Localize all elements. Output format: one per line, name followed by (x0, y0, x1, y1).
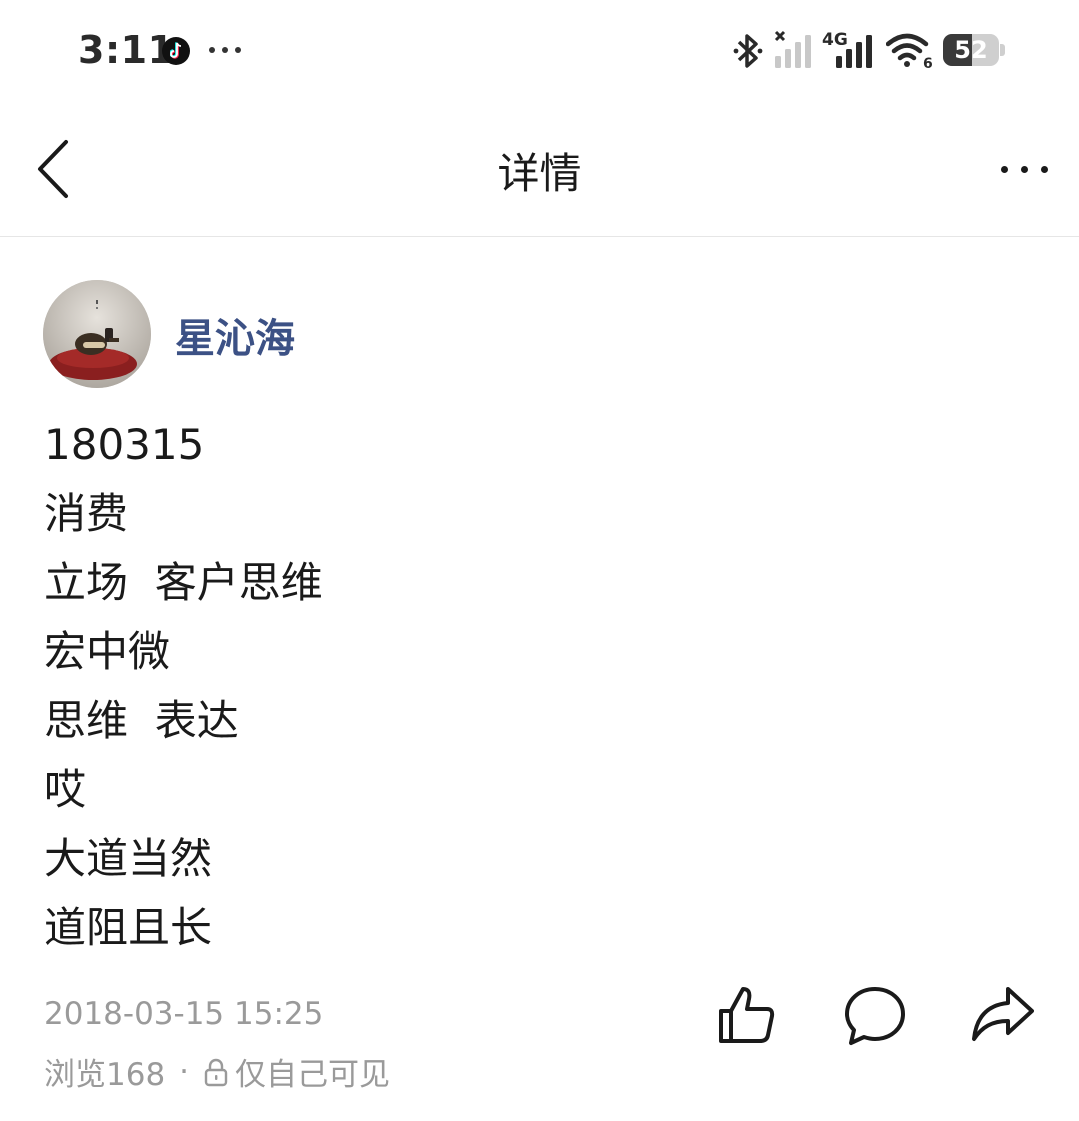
svg-text:6: 6 (923, 56, 933, 70)
svg-text:4G: 4G (822, 30, 848, 50)
tiktok-icon (162, 37, 190, 65)
bluetooth-icon (733, 34, 763, 68)
nav-header: 详情 (0, 100, 1079, 237)
post-meta: 浏览168 · 仅自己可见 (44, 1049, 390, 1094)
post-line: 哎 (44, 765, 87, 814)
post-content: 180315 消费 立场 客户思维 宏中微 思维 表达 哎 大道当然 道阻且长 (44, 410, 323, 962)
screen: 3:11 4G 6 52 详情 星沁海 180315 消费 立场 客户思维 宏中… (0, 0, 1079, 1121)
post-line: 大道当然 (44, 834, 213, 883)
battery-icon: 52 (943, 34, 1005, 66)
post-line: 宏中微 (44, 627, 171, 676)
wifi-icon: 6 (886, 33, 933, 70)
battery-level: 52 (954, 36, 988, 64)
meta-separator: · (179, 1053, 190, 1090)
comment-icon[interactable] (843, 983, 907, 1047)
signal-4g-icon: 4G (822, 30, 872, 68)
lock-icon (204, 1058, 228, 1086)
visibility-label: 仅自己可见 (235, 1057, 391, 1093)
post-line: 思维 表达 (44, 696, 239, 745)
status-time: 3:11 (78, 28, 175, 72)
signal-icon (774, 30, 811, 68)
avatar[interactable] (43, 280, 151, 388)
page-title: 详情 (497, 149, 582, 198)
view-count: 浏览168 (44, 1057, 166, 1093)
post-line: 消费 (44, 489, 129, 538)
status-bar: 3:11 4G 6 52 (0, 0, 1079, 100)
post-line: 180315 (44, 420, 205, 469)
author-name[interactable]: 星沁海 (175, 306, 295, 364)
share-icon[interactable] (970, 983, 1034, 1047)
post-line: 立场 客户思维 (44, 558, 323, 607)
post-line: 道阻且长 (44, 903, 213, 952)
post-timestamp: 2018-03-15 15:25 (44, 996, 324, 1032)
like-icon[interactable] (715, 983, 779, 1047)
more-icon[interactable] (1001, 166, 1048, 173)
notification-more-icon (209, 47, 241, 53)
